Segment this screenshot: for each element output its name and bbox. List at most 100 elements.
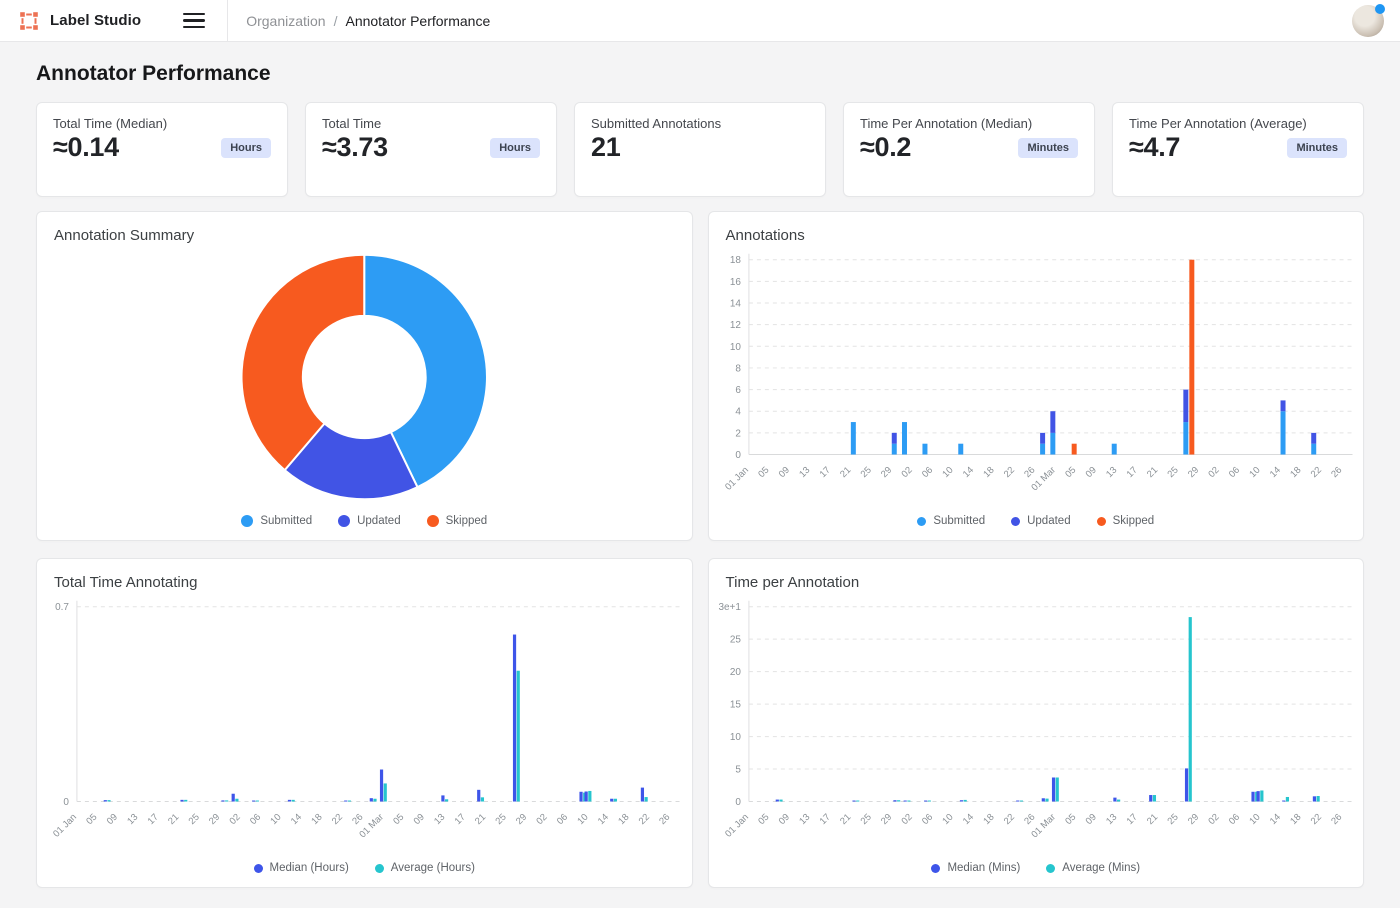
x-axis-tick-label: 13 — [1104, 812, 1119, 827]
bar-average[interactable] — [927, 801, 930, 802]
legend-item-skipped[interactable]: Skipped — [427, 515, 488, 527]
bar-submitted[interactable] — [1280, 411, 1285, 454]
bar-median[interactable] — [585, 792, 588, 802]
bar-average[interactable] — [588, 791, 591, 802]
bar-average[interactable] — [1055, 777, 1058, 801]
bar-median[interactable] — [610, 799, 613, 802]
legend-item-skipped[interactable]: Skipped — [1097, 515, 1155, 527]
bar-submitted[interactable] — [891, 444, 896, 455]
bar-median[interactable] — [1016, 801, 1019, 802]
bar-median[interactable] — [288, 800, 291, 802]
user-avatar[interactable] — [1352, 5, 1384, 37]
bar-submitted[interactable] — [1111, 444, 1116, 455]
legend-item-average-hours[interactable]: Average (Hours) — [375, 862, 475, 874]
bar-median[interactable] — [380, 770, 383, 802]
bar-average[interactable] — [292, 800, 295, 802]
bar-median[interactable] — [441, 795, 444, 801]
bar-median[interactable] — [775, 800, 778, 802]
legend-item-updated[interactable]: Updated — [1011, 515, 1070, 527]
bar-average[interactable] — [1152, 795, 1155, 801]
bar-average[interactable] — [184, 800, 187, 802]
bar-submitted[interactable] — [1050, 433, 1055, 455]
menu-hamburger-icon[interactable] — [183, 13, 205, 28]
annotations-legend: Submitted Updated Skipped — [709, 515, 1364, 527]
bar-average[interactable] — [1285, 797, 1288, 802]
bar-average[interactable] — [373, 799, 376, 802]
bar-median[interactable] — [1256, 791, 1259, 801]
bar-median[interactable] — [344, 801, 347, 802]
bar-updated[interactable] — [1311, 433, 1316, 444]
bar-average[interactable] — [1045, 799, 1048, 802]
bar-average[interactable] — [963, 800, 966, 802]
bar-average[interactable] — [1260, 790, 1263, 801]
bar-average[interactable] — [256, 801, 259, 802]
bar-median[interactable] — [1041, 798, 1044, 801]
bar-median[interactable] — [1251, 792, 1254, 802]
bar-median[interactable] — [477, 790, 480, 802]
bar-median[interactable] — [1051, 777, 1054, 801]
bar-median[interactable] — [893, 800, 896, 801]
bar-average[interactable] — [384, 783, 387, 801]
legend-item-median-hours[interactable]: Median (Hours) — [254, 862, 349, 874]
bar-median[interactable] — [232, 794, 235, 802]
bar-median[interactable] — [641, 788, 644, 802]
x-axis-tick-label: 17 — [1124, 812, 1139, 827]
bar-submitted[interactable] — [1183, 422, 1188, 454]
legend-item-median-mins[interactable]: Median (Mins) — [931, 862, 1020, 874]
bar-skipped[interactable] — [1071, 444, 1076, 455]
bar-median[interactable] — [513, 635, 516, 802]
bar-average[interactable] — [481, 797, 484, 801]
bar-median[interactable] — [1184, 768, 1187, 801]
bar-median[interactable] — [1149, 795, 1152, 801]
bar-average[interactable] — [1188, 617, 1191, 801]
bar-submitted[interactable] — [850, 422, 855, 454]
bar-average[interactable] — [348, 801, 351, 802]
bar-median[interactable] — [221, 800, 224, 801]
bar-average[interactable] — [107, 800, 110, 801]
app-logo[interactable]: Label Studio — [0, 10, 141, 32]
bar-median[interactable] — [370, 798, 373, 801]
bar-median[interactable] — [1282, 801, 1285, 802]
bar-average[interactable] — [907, 801, 910, 802]
bar-average[interactable] — [225, 800, 228, 801]
bar-median[interactable] — [579, 792, 582, 802]
legend-item-submitted[interactable]: Submitted — [241, 515, 312, 527]
legend-item-average-mins[interactable]: Average (Mins) — [1046, 862, 1140, 874]
bar-median[interactable] — [1312, 796, 1315, 801]
bar-average[interactable] — [614, 799, 617, 802]
bar-updated[interactable] — [1183, 390, 1188, 422]
bar-submitted[interactable] — [901, 422, 906, 454]
bar-average[interactable] — [445, 799, 448, 801]
legend-item-submitted[interactable]: Submitted — [917, 515, 985, 527]
bar-average[interactable] — [1117, 800, 1120, 802]
bar-updated[interactable] — [1280, 400, 1285, 411]
bar-submitted[interactable] — [1311, 444, 1316, 455]
bar-updated[interactable] — [891, 433, 896, 444]
legend-item-updated[interactable]: Updated — [338, 515, 400, 527]
bar-median[interactable] — [959, 800, 962, 801]
bar-submitted[interactable] — [1040, 444, 1045, 455]
bar-average[interactable] — [645, 797, 648, 801]
bar-submitted[interactable] — [958, 444, 963, 455]
bar-average[interactable] — [1316, 796, 1319, 802]
bar-updated[interactable] — [1050, 411, 1055, 433]
total-time-annotating-panel: Total Time Annotating 0.7001 Jan05091317… — [36, 558, 693, 888]
bar-average[interactable] — [1019, 801, 1022, 802]
bar-median[interactable] — [903, 801, 906, 802]
bar-skipped[interactable] — [1189, 260, 1194, 455]
bar-updated[interactable] — [1040, 433, 1045, 444]
breadcrumb-organization[interactable]: Organization — [246, 13, 325, 29]
bar-median[interactable] — [852, 801, 855, 802]
x-axis-tick-label: 06 — [919, 812, 934, 827]
bar-median[interactable] — [252, 801, 255, 802]
bar-average[interactable] — [897, 800, 900, 801]
bar-submitted[interactable] — [922, 444, 927, 455]
bar-median[interactable] — [104, 800, 107, 801]
bar-median[interactable] — [1113, 798, 1116, 802]
bar-average[interactable] — [856, 801, 859, 802]
bar-median[interactable] — [924, 801, 927, 802]
bar-average[interactable] — [779, 800, 782, 802]
bar-average[interactable] — [235, 799, 238, 802]
bar-median[interactable] — [180, 800, 183, 802]
bar-average[interactable] — [517, 671, 520, 802]
